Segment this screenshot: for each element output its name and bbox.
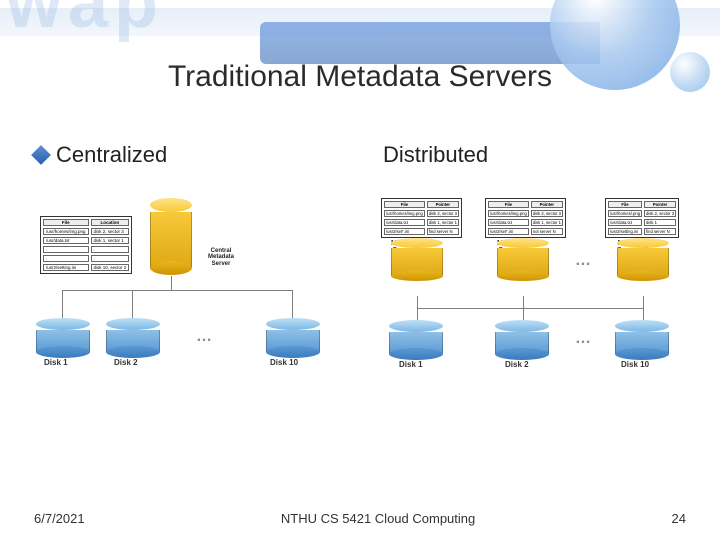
- metadata-server-cylinder-icon: [617, 238, 669, 281]
- distributed-heading-text: Distributed: [383, 142, 488, 168]
- disk-label: Disk 10: [270, 358, 298, 367]
- central-server-label: Central Metadata Server: [198, 248, 244, 267]
- central-table-header-loc: Location: [91, 219, 130, 226]
- dist-table-1: FilePointer /usr/homes/img.pngdisk 2, se…: [381, 198, 462, 238]
- disk-label: Disk 1: [399, 360, 423, 369]
- central-server-cylinder-icon: [150, 198, 192, 275]
- decor-band-blue: [260, 22, 600, 64]
- connector-line: [62, 290, 63, 318]
- metadata-server-cylinder-icon: [497, 238, 549, 281]
- disk-cylinder-icon: [495, 320, 549, 360]
- central-file-table: File Location /usr/homes/img.pngdisk 2, …: [40, 216, 132, 274]
- disk-cylinder-icon: [389, 320, 443, 360]
- footer-course: NTHU CS 5421 Cloud Computing: [85, 511, 672, 526]
- footer-page-number: 24: [672, 511, 686, 526]
- connector-line: [171, 276, 172, 290]
- metadata-server-1: Metadata Server 1: [391, 238, 421, 255]
- metadata-server-10: Metadata Server 10: [617, 238, 649, 255]
- centralized-heading-text: Centralized: [56, 142, 167, 168]
- dist-table-10: FilePointer /usr/homes/.pngdisk 2, secto…: [605, 198, 679, 238]
- dist-table-2: FilePointer /usr/homes/img.pngdisk 2, se…: [485, 198, 566, 238]
- centralized-diagram: File Location /usr/homes/img.pngdisk 2, …: [34, 198, 343, 428]
- centralized-heading: Centralized: [34, 142, 343, 168]
- watermark-text: wap: [6, 0, 164, 44]
- disk-cylinder-icon: [266, 318, 320, 358]
- slide-footer: 6/7/2021 NTHU CS 5421 Cloud Computing 24: [34, 511, 686, 526]
- disk-label: Disk 2: [505, 360, 529, 369]
- connector-line: [417, 308, 643, 309]
- connector-line: [292, 290, 293, 318]
- disk-cylinder-icon: [36, 318, 90, 358]
- disk-label: Disk 1: [44, 358, 68, 367]
- metadata-server-2: Metadata Server 2: [497, 238, 527, 255]
- ellipsis-icon: …: [575, 330, 593, 348]
- bullet-diamond-icon: [31, 145, 51, 165]
- connector-line: [62, 290, 292, 291]
- distributed-diagram: FilePointer /usr/homes/img.pngdisk 2, se…: [377, 198, 686, 428]
- connector-line: [643, 296, 644, 320]
- centralized-column: Centralized File Location /usr/homes/img…: [34, 142, 343, 428]
- ellipsis-icon: …: [575, 252, 593, 270]
- distributed-column: Distributed FilePointer /usr/homes/img.p…: [377, 142, 686, 428]
- disk-label: Disk 10: [621, 360, 649, 369]
- central-table-header-file: File: [43, 219, 89, 226]
- footer-date: 6/7/2021: [34, 511, 85, 526]
- distributed-heading: Distributed: [383, 142, 686, 168]
- ellipsis-icon: …: [196, 328, 214, 346]
- slide-title: Traditional Metadata Servers: [0, 60, 720, 94]
- disk-label: Disk 2: [114, 358, 138, 367]
- disk-cylinder-icon: [615, 320, 669, 360]
- connector-line: [132, 290, 133, 318]
- metadata-server-cylinder-icon: [391, 238, 443, 281]
- content-row: Centralized File Location /usr/homes/img…: [34, 142, 686, 428]
- disk-cylinder-icon: [106, 318, 160, 358]
